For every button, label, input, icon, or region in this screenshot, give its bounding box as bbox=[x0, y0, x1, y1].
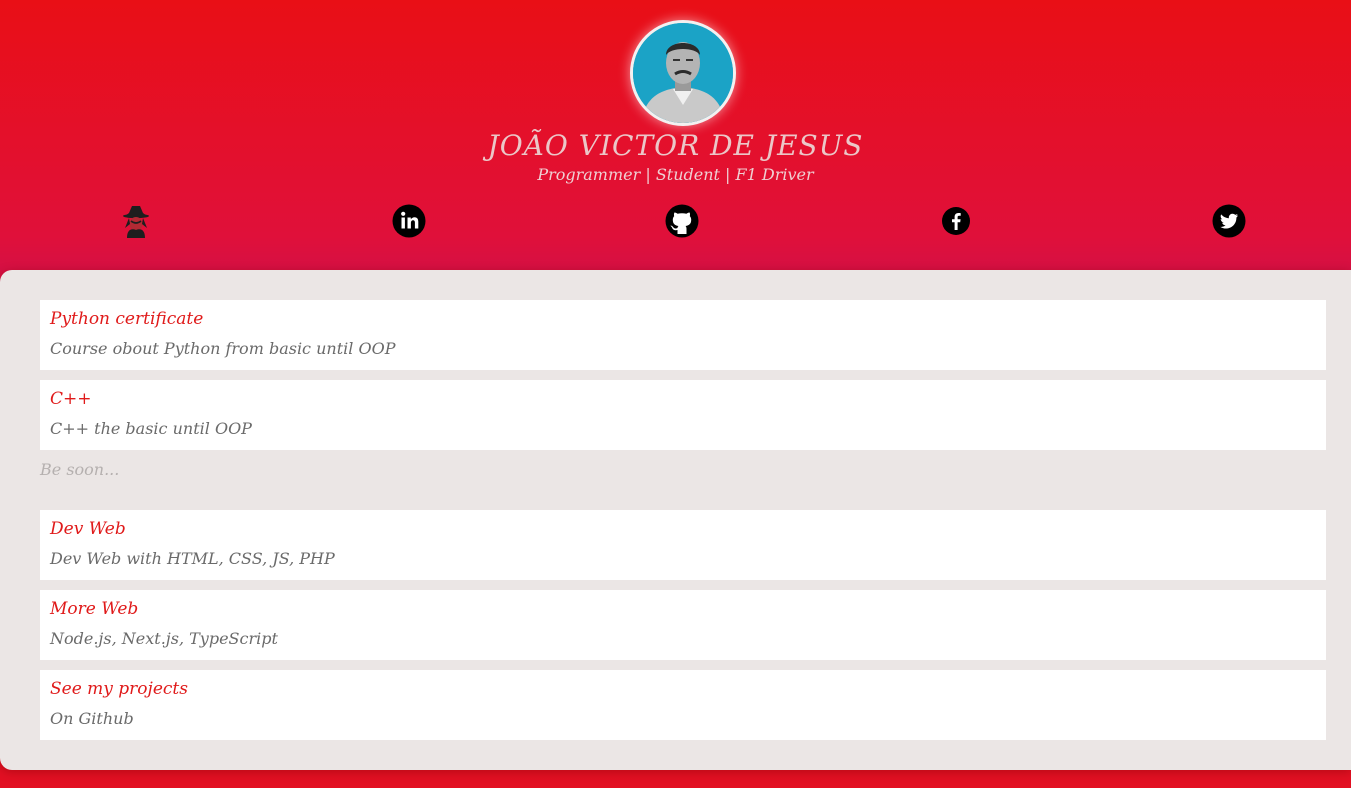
card-see-my-projects[interactable]: See my projects On Github bbox=[40, 670, 1326, 740]
github-link[interactable] bbox=[665, 204, 699, 238]
card-description: Course obout Python from basic until OOP bbox=[50, 339, 396, 358]
profile-photo bbox=[633, 23, 733, 123]
card-description: On Github bbox=[50, 709, 134, 728]
facebook-link[interactable] bbox=[939, 204, 973, 238]
profile-tagline: Programmer | Student | F1 Driver bbox=[537, 165, 814, 184]
card-description: Dev Web with HTML, CSS, JS, PHP bbox=[50, 549, 335, 568]
card-python-certificate[interactable]: Python certificate Course obout Python f… bbox=[40, 300, 1326, 370]
card-description: Node.js, Next.js, TypeScript bbox=[50, 629, 278, 648]
card-title: See my projects bbox=[50, 679, 188, 699]
card-title: C++ bbox=[50, 389, 92, 409]
hacker-link[interactable] bbox=[119, 204, 153, 238]
card-title: More Web bbox=[50, 599, 139, 619]
profile-name: JOÃO VICTOR DE JESUS bbox=[487, 129, 864, 162]
hacker-icon bbox=[123, 206, 149, 238]
card-title: Python certificate bbox=[50, 309, 204, 329]
profile-header: JOÃO VICTOR DE JESUS Programmer | Studen… bbox=[0, 0, 1351, 270]
linkedin-link[interactable] bbox=[392, 204, 426, 238]
card-title: Dev Web bbox=[50, 519, 126, 539]
github-icon bbox=[665, 204, 699, 238]
linkedin-icon bbox=[392, 204, 426, 238]
content-panel: Python certificate Course obout Python f… bbox=[0, 270, 1351, 770]
twitter-icon bbox=[1212, 204, 1246, 238]
coming-soon-text: Be soon... bbox=[40, 460, 120, 479]
avatar bbox=[630, 20, 736, 126]
card-cpp[interactable]: C++ C++ the basic until OOP bbox=[40, 380, 1326, 450]
card-more-web[interactable]: More Web Node.js, Next.js, TypeScript bbox=[40, 590, 1326, 660]
card-description: C++ the basic until OOP bbox=[50, 419, 252, 438]
facebook-icon bbox=[942, 207, 970, 235]
twitter-link[interactable] bbox=[1212, 204, 1246, 238]
card-dev-web[interactable]: Dev Web Dev Web with HTML, CSS, JS, PHP bbox=[40, 510, 1326, 580]
